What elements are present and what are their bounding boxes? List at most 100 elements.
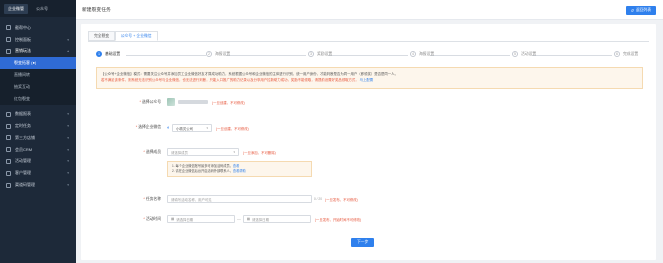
step-2: 2 海报设置 bbox=[206, 51, 230, 57]
sidebar-item-help[interactable]: 截帮中心 bbox=[0, 22, 76, 34]
stepper: 1 基础设置 2 海报设置 3 奖励设置 4 海报设置 5 活动设置 6 完成设… bbox=[96, 51, 646, 59]
member-tip-2: 2. 请在企业微信后台开启活码外部联系人，查看帮助 bbox=[172, 169, 307, 174]
step-label: 完成设置 bbox=[623, 51, 639, 56]
start-date-placeholder: 请选择日期 bbox=[176, 217, 194, 222]
mode-tabs: 完全裂变 公众号 + 企业微信 bbox=[88, 31, 158, 41]
step-connector bbox=[532, 54, 612, 55]
dashboard-icon bbox=[6, 37, 11, 43]
chevron-down-icon: ▾ bbox=[206, 126, 209, 130]
step-connector bbox=[126, 54, 206, 55]
step-label: 奖励设置 bbox=[317, 51, 333, 56]
member-select-placeholder: 请选择成员 bbox=[171, 150, 188, 155]
step-number: 2 bbox=[206, 51, 212, 57]
step-number: 3 bbox=[308, 51, 314, 57]
step-3: 3 奖励设置 bbox=[308, 51, 332, 57]
notice-line-2: 若不满足该条件，则系统无法识别公众号与企业微信，也无法进行判断，只能入口推广的助… bbox=[101, 77, 638, 83]
required-mark: * bbox=[139, 100, 142, 104]
sidebar-item-dashboard[interactable]: 控制面板 ▾ bbox=[0, 34, 76, 46]
member-tip-2-link[interactable]: 查看帮助 bbox=[233, 169, 246, 173]
chevron-down-icon: ▾ bbox=[67, 183, 69, 188]
sidebar-item-label: 数据报表 bbox=[15, 111, 31, 117]
sidebar-item-reports[interactable]: 数据报表 ▾ bbox=[0, 108, 76, 120]
chevron-up-icon: ▴ bbox=[67, 49, 69, 54]
activity-time-label-text: 活动时间 bbox=[145, 217, 161, 221]
sidebar-item-crm[interactable]: 会员CRM ▾ bbox=[0, 144, 76, 156]
task-name-row: 请填写活动名称，用户可见 0 / 20 (一旦发布，不可修改) bbox=[167, 195, 358, 203]
chevron-down-icon: ▾ bbox=[67, 159, 69, 164]
sidebar-item-marketing[interactable]: 营销玩法 ▴ bbox=[0, 46, 76, 58]
step-connector bbox=[430, 54, 510, 55]
member-label: *选择成员 bbox=[121, 150, 161, 155]
sidebar-sub-lottery[interactable]: 抽奖互动 bbox=[0, 81, 76, 94]
sidebar-item-activity[interactable]: 活动管理 ▾ bbox=[0, 156, 76, 168]
task-name-hint: (一旦发布，不可修改) bbox=[324, 197, 358, 202]
account-avatar bbox=[167, 98, 175, 106]
step-number: 4 bbox=[410, 51, 416, 57]
official-account-label-text: 选择公众号 bbox=[142, 100, 161, 104]
sidebar-item-qrcode[interactable]: 渠道码管理 ▾ bbox=[0, 179, 76, 191]
wecom-select[interactable]: 小精灵公司 ▾ bbox=[172, 124, 213, 132]
notice-line-2-text: 若不满足该条件，则系统无法识别公众号与企业微信，也无法进行判断，只能入口推广的助… bbox=[101, 78, 359, 82]
chevron-down-icon: ▾ bbox=[67, 135, 69, 140]
sidebar-item-label: 控制面板 bbox=[15, 36, 31, 42]
sidebar-item-label: 渠道码管理 bbox=[15, 182, 35, 188]
task-name-label-text: 任务名称 bbox=[145, 197, 161, 201]
member-tips: 1. 每个企业微信账号最多可添加活码成员，查看 2. 请在企业微信后台开启活码外… bbox=[167, 161, 312, 177]
sidebar-item-label: 营销玩法 bbox=[15, 48, 31, 54]
start-date-input[interactable]: ▦ 请选择日期 bbox=[167, 215, 235, 223]
task-name-input[interactable]: 请填写活动名称，用户可见 bbox=[167, 195, 312, 203]
sidebar-sub-live[interactable]: 直播间转 bbox=[0, 69, 76, 82]
sidebar-item-label: 活动管理 bbox=[15, 158, 31, 164]
sidebar-item-label: 截帮中心 bbox=[15, 24, 31, 30]
home-icon bbox=[6, 25, 11, 31]
step-1: 1 基础设置 bbox=[96, 51, 120, 57]
qrcode-icon bbox=[6, 182, 11, 188]
activity-icon bbox=[6, 158, 11, 164]
tab-full-fission[interactable]: 完全裂变 bbox=[88, 31, 116, 41]
back-to-list-button[interactable]: ↺ 返回列表 bbox=[625, 6, 656, 15]
step-number: 6 bbox=[614, 51, 620, 57]
mode-notice: 【公众号+企业微信】模式：需要关注公众号并添加员工企业微信好友才算成功助力，系统… bbox=[96, 67, 643, 89]
sidebar-tab-wecom[interactable]: 企业微管 bbox=[4, 3, 28, 14]
step-label: 海报设置 bbox=[215, 51, 231, 56]
marketing-icon bbox=[6, 48, 11, 54]
activity-time-hint: (一旦发布，开始时间不可修改) bbox=[314, 217, 362, 222]
sidebar-sub-redpacket[interactable]: 红包裂变 bbox=[0, 93, 76, 106]
page-title: 新建裂变任务 bbox=[82, 8, 111, 13]
sidebar-item-store[interactable]: 第三方店铺 ▾ bbox=[0, 132, 76, 144]
calendar-icon: ▦ bbox=[246, 217, 251, 221]
sidebar-item-customer[interactable]: 客户管理 ▾ bbox=[0, 167, 76, 179]
date-separator: — bbox=[237, 217, 241, 221]
sidebar-tab-official[interactable]: 公众号 bbox=[32, 4, 52, 14]
sidebar-item-label: 定时任务 bbox=[15, 123, 31, 129]
sidebar-sub-fission[interactable]: 裂变拓客 (●) bbox=[0, 57, 76, 70]
sidebar: 企业微管 公众号 截帮中心 控制面板 ▾ 营销玩法 ▴ 裂变拓客 (●) 直播间… bbox=[0, 0, 76, 263]
member-tip-1-link[interactable]: 查看 bbox=[233, 164, 239, 168]
required-mark: * bbox=[143, 150, 145, 154]
official-account-hint: (一旦创建，不可修改) bbox=[212, 100, 245, 105]
member-label-text: 选择成员 bbox=[145, 150, 161, 154]
sidebar-item-schedule[interactable]: 定时任务 ▾ bbox=[0, 120, 76, 132]
official-account-row: (一旦创建，不可修改) bbox=[167, 98, 245, 106]
chevron-down-icon: ▾ bbox=[67, 124, 69, 129]
clock-icon bbox=[6, 123, 11, 129]
step-4: 4 海报设置 bbox=[410, 51, 434, 57]
sidebar-item-label: 客户管理 bbox=[15, 170, 31, 176]
chevron-down-icon: ▾ bbox=[67, 147, 69, 152]
topbar: 新建裂变任务 ↺ 返回列表 bbox=[76, 0, 663, 20]
required-mark: * bbox=[143, 197, 145, 201]
end-date-input[interactable]: ▦ 请选择日期 bbox=[242, 215, 311, 223]
tab-official-wecom[interactable]: 公众号 + 企业微信 bbox=[114, 31, 158, 41]
member-select[interactable]: 请选择成员 ▾ bbox=[167, 148, 239, 156]
step-label: 活动设置 bbox=[521, 51, 537, 56]
step-connector bbox=[226, 54, 306, 55]
wecom-select-value: 小精灵公司 bbox=[176, 126, 193, 131]
wecom-hint: (一旦创建，不可修改) bbox=[216, 126, 249, 131]
sidebar-item-label: 第三方店铺 bbox=[15, 134, 35, 140]
task-name-counter: 0 / 20 bbox=[314, 197, 322, 201]
next-step-button[interactable]: 下一步 bbox=[351, 238, 375, 247]
required-mark: * bbox=[135, 125, 138, 129]
step-label: 海报设置 bbox=[419, 51, 435, 56]
activity-time-row: ▦ 请选择日期 — ▦ 请选择日期 (一旦发布，开始时间不可修改) bbox=[167, 215, 361, 223]
configure-now-link[interactable]: 马上配置 bbox=[360, 78, 374, 82]
